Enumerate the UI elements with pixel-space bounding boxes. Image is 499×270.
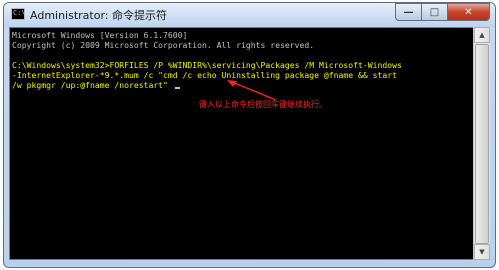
cmd-app-icon[interactable]: C:\ bbox=[11, 8, 26, 20]
text-cursor bbox=[174, 87, 180, 89]
command-prompt-window: C:\ Administrator: 命令提示符 — □ ✕ Microsoft… bbox=[3, 2, 496, 268]
maximize-button[interactable]: □ bbox=[421, 3, 447, 21]
close-button[interactable]: ✕ bbox=[447, 3, 490, 21]
console-output[interactable]: Microsoft Windows [Version 6.1.7600] Cop… bbox=[9, 27, 475, 260]
minimize-button[interactable]: — bbox=[395, 3, 421, 21]
console-command-line-1: C:\Windows\system32>FORFILES /P %WINDIR%… bbox=[12, 60, 402, 70]
console-line-copyright: Copyright (c) 2009 Microsoft Corporation… bbox=[12, 40, 315, 50]
cmd-icon-text: C:\ bbox=[13, 9, 26, 17]
scroll-down-button[interactable]: ▼ bbox=[474, 244, 490, 260]
annotation-text: 键入以上命令后按回车键继续执行。 bbox=[199, 100, 327, 109]
window-controls: — □ ✕ bbox=[395, 3, 490, 21]
console-line-version: Microsoft Windows [Version 6.1.7600] bbox=[12, 30, 188, 40]
console-command-line-3-text: /w pkgmgr /up:@fname /norestart" bbox=[12, 80, 173, 90]
scrollbar-thumb[interactable] bbox=[475, 44, 489, 244]
window-title: Administrator: 命令提示符 bbox=[30, 9, 167, 22]
scroll-up-button[interactable]: ▲ bbox=[474, 27, 490, 43]
vertical-scrollbar[interactable]: ▲ ▼ bbox=[473, 27, 490, 260]
title-bar[interactable]: C:\ Administrator: 命令提示符 — □ ✕ bbox=[4, 3, 495, 27]
